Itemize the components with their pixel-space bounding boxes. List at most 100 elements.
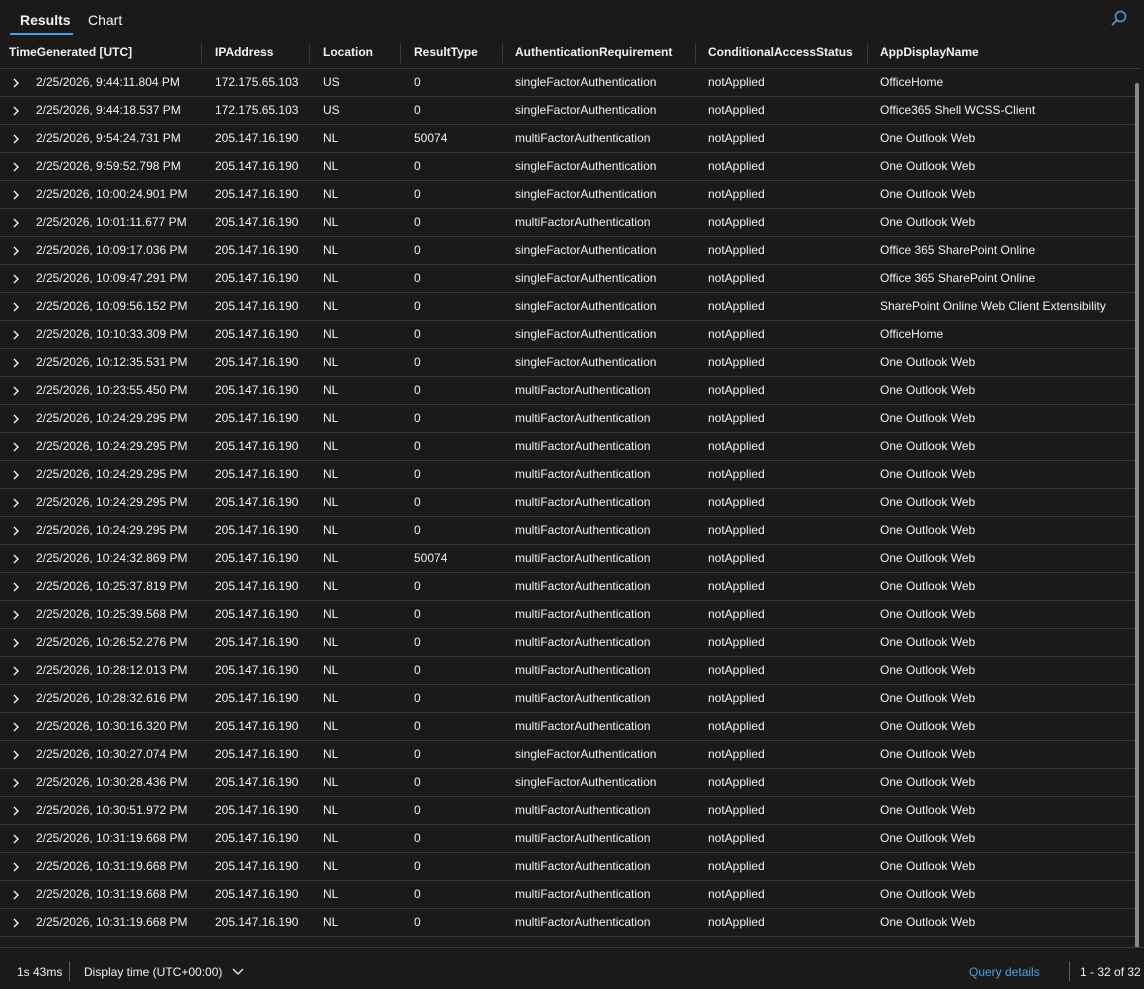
table-row[interactable]: 2/25/2026, 10:31:19.668 PM 205.147.16.190… bbox=[0, 909, 1136, 937]
chevron-right-icon[interactable] bbox=[11, 861, 21, 872]
cell-location: NL bbox=[323, 243, 339, 257]
search-icon[interactable] bbox=[1109, 9, 1129, 29]
chevron-right-icon[interactable] bbox=[11, 161, 21, 172]
chevron-right-icon[interactable] bbox=[11, 917, 21, 928]
cell-appdisplayname: One Outlook Web bbox=[880, 411, 976, 425]
cell-ipaddress: 205.147.16.190 bbox=[215, 691, 299, 705]
chevron-right-icon[interactable] bbox=[11, 581, 21, 592]
cell-authrequirement: singleFactorAuthentication bbox=[515, 187, 657, 201]
tab-results[interactable]: Results bbox=[20, 12, 71, 28]
table-row[interactable]: 2/25/2026, 10:23:55.450 PM 205.147.16.190… bbox=[0, 377, 1136, 405]
column-header-appdisplayname[interactable]: AppDisplayName bbox=[880, 37, 979, 68]
chevron-right-icon[interactable] bbox=[11, 301, 21, 312]
table-row[interactable]: 2/25/2026, 10:12:35.531 PM 205.147.16.190… bbox=[0, 349, 1136, 377]
cell-castatus: notApplied bbox=[708, 355, 765, 369]
column-resize-handle[interactable] bbox=[867, 43, 868, 63]
cell-resulttype: 0 bbox=[414, 747, 421, 761]
table-row[interactable]: 2/25/2026, 10:30:27.074 PM 205.147.16.190… bbox=[0, 741, 1136, 769]
chevron-right-icon[interactable] bbox=[11, 133, 21, 144]
chevron-right-icon[interactable] bbox=[11, 357, 21, 368]
cell-location: NL bbox=[323, 663, 339, 677]
table-row[interactable]: 2/25/2026, 10:31:19.668 PM 205.147.16.190… bbox=[0, 825, 1136, 853]
table-row[interactable]: 2/25/2026, 10:31:19.668 PM 205.147.16.190… bbox=[0, 881, 1136, 909]
chevron-right-icon[interactable] bbox=[11, 385, 21, 396]
chevron-right-icon[interactable] bbox=[11, 777, 21, 788]
table-row[interactable]: 2/25/2026, 10:31:19.668 PM 205.147.16.190… bbox=[0, 853, 1136, 881]
chevron-right-icon[interactable] bbox=[11, 749, 21, 760]
chevron-right-icon[interactable] bbox=[11, 189, 21, 200]
chevron-right-icon[interactable] bbox=[11, 105, 21, 116]
table-row[interactable]: 2/25/2026, 10:28:12.013 PM 205.147.16.190… bbox=[0, 657, 1136, 685]
column-header-ipaddress[interactable]: IPAddress bbox=[215, 37, 273, 68]
cell-resulttype: 0 bbox=[414, 719, 421, 733]
table-row[interactable]: 2/25/2026, 10:24:29.295 PM 205.147.16.190… bbox=[0, 517, 1136, 545]
table-row[interactable]: 2/25/2026, 9:59:52.798 PM 205.147.16.190 N… bbox=[0, 153, 1136, 181]
chevron-right-icon[interactable] bbox=[11, 889, 21, 900]
table-row[interactable]: 2/25/2026, 10:28:32.616 PM 205.147.16.190… bbox=[0, 685, 1136, 713]
chevron-right-icon[interactable] bbox=[11, 525, 21, 536]
chevron-right-icon[interactable] bbox=[11, 637, 21, 648]
chevron-right-icon[interactable] bbox=[11, 609, 21, 620]
chevron-right-icon[interactable] bbox=[11, 469, 21, 480]
table-row[interactable]: 2/25/2026, 10:30:51.972 PM 205.147.16.190… bbox=[0, 797, 1136, 825]
chevron-right-icon[interactable] bbox=[11, 245, 21, 256]
cell-ipaddress: 205.147.16.190 bbox=[215, 131, 299, 145]
cell-location: NL bbox=[323, 215, 339, 229]
table-row[interactable]: 2/25/2026, 10:10:33.309 PM 205.147.16.190… bbox=[0, 321, 1136, 349]
chevron-right-icon[interactable] bbox=[11, 665, 21, 676]
cell-ipaddress: 205.147.16.190 bbox=[215, 299, 299, 313]
table-row[interactable]: 2/25/2026, 10:24:32.869 PM 205.147.16.190… bbox=[0, 545, 1136, 573]
table-row[interactable]: 2/25/2026, 10:30:16.320 PM 205.147.16.190… bbox=[0, 713, 1136, 741]
cell-location: NL bbox=[323, 523, 339, 537]
table-row[interactable]: 2/25/2026, 10:24:29.295 PM 205.147.16.190… bbox=[0, 461, 1136, 489]
table-row[interactable]: 2/25/2026, 9:54:24.731 PM 205.147.16.190 N… bbox=[0, 125, 1136, 153]
column-resize-handle[interactable] bbox=[201, 43, 202, 63]
table-row[interactable]: 2/25/2026, 10:24:29.295 PM 205.147.16.190… bbox=[0, 433, 1136, 461]
scrollbar-thumb[interactable] bbox=[1135, 83, 1139, 947]
table-row[interactable]: 2/25/2026, 10:09:56.152 PM 205.147.16.190… bbox=[0, 293, 1136, 321]
tab-chart[interactable]: Chart bbox=[88, 12, 122, 28]
column-header-castatus[interactable]: ConditionalAccessStatus bbox=[708, 37, 853, 68]
chevron-right-icon[interactable] bbox=[11, 833, 21, 844]
column-resize-handle[interactable] bbox=[502, 43, 503, 63]
table-row[interactable]: 2/25/2026, 10:09:17.036 PM 205.147.16.190… bbox=[0, 237, 1136, 265]
table-row[interactable]: 2/25/2026, 9:44:18.537 PM 172.175.65.103 U… bbox=[0, 97, 1136, 125]
column-resize-handle[interactable] bbox=[695, 43, 696, 63]
cell-location: NL bbox=[323, 551, 339, 565]
table-row[interactable]: 2/25/2026, 10:30:28.436 PM 205.147.16.190… bbox=[0, 769, 1136, 797]
table-row[interactable]: 2/25/2026, 10:09:47.291 PM 205.147.16.190… bbox=[0, 265, 1136, 293]
chevron-right-icon[interactable] bbox=[11, 77, 21, 88]
cell-authrequirement: multiFactorAuthentication bbox=[515, 383, 651, 397]
chevron-right-icon[interactable] bbox=[11, 217, 21, 228]
chevron-right-icon[interactable] bbox=[11, 497, 21, 508]
cell-timegenerated: 2/25/2026, 10:31:19.668 PM bbox=[36, 887, 188, 901]
table-row[interactable]: 2/25/2026, 10:24:29.295 PM 205.147.16.190… bbox=[0, 489, 1136, 517]
cell-castatus: notApplied bbox=[708, 915, 765, 929]
table-row[interactable]: 2/25/2026, 9:44:11.804 PM 172.175.65.103 U… bbox=[0, 69, 1136, 97]
chevron-right-icon[interactable] bbox=[11, 553, 21, 564]
display-time-dropdown[interactable]: Display time (UTC+00:00) bbox=[84, 965, 244, 979]
query-details-link[interactable]: Query details bbox=[969, 965, 1040, 979]
chevron-right-icon[interactable] bbox=[11, 693, 21, 704]
table-row[interactable]: 2/25/2026, 10:00:24.901 PM 205.147.16.190… bbox=[0, 181, 1136, 209]
table-row[interactable]: 2/25/2026, 10:25:39.568 PM 205.147.16.190… bbox=[0, 601, 1136, 629]
cell-location: US bbox=[323, 103, 340, 117]
column-resize-handle[interactable] bbox=[400, 43, 401, 63]
chevron-right-icon[interactable] bbox=[11, 413, 21, 424]
chevron-right-icon[interactable] bbox=[11, 805, 21, 816]
table-row[interactable]: 2/25/2026, 10:25:37.819 PM 205.147.16.190… bbox=[0, 573, 1136, 601]
column-header-timegenerated[interactable]: TimeGenerated [UTC] bbox=[9, 37, 132, 68]
column-header-authrequirement[interactable]: AuthenticationRequirement bbox=[515, 37, 672, 68]
chevron-right-icon[interactable] bbox=[11, 721, 21, 732]
cell-ipaddress: 205.147.16.190 bbox=[215, 607, 299, 621]
chevron-right-icon[interactable] bbox=[11, 273, 21, 284]
table-row[interactable]: 2/25/2026, 10:01:11.677 PM 205.147.16.190… bbox=[0, 209, 1136, 237]
chevron-right-icon[interactable] bbox=[11, 329, 21, 340]
table-row[interactable]: 2/25/2026, 10:26:52.276 PM 205.147.16.190… bbox=[0, 629, 1136, 657]
table-row[interactable]: 2/25/2026, 10:24:29.295 PM 205.147.16.190… bbox=[0, 405, 1136, 433]
cell-resulttype: 0 bbox=[414, 271, 421, 285]
column-header-location[interactable]: Location bbox=[323, 37, 373, 68]
chevron-right-icon[interactable] bbox=[11, 441, 21, 452]
column-header-resulttype[interactable]: ResultType bbox=[414, 37, 478, 68]
column-resize-handle[interactable] bbox=[309, 43, 310, 63]
